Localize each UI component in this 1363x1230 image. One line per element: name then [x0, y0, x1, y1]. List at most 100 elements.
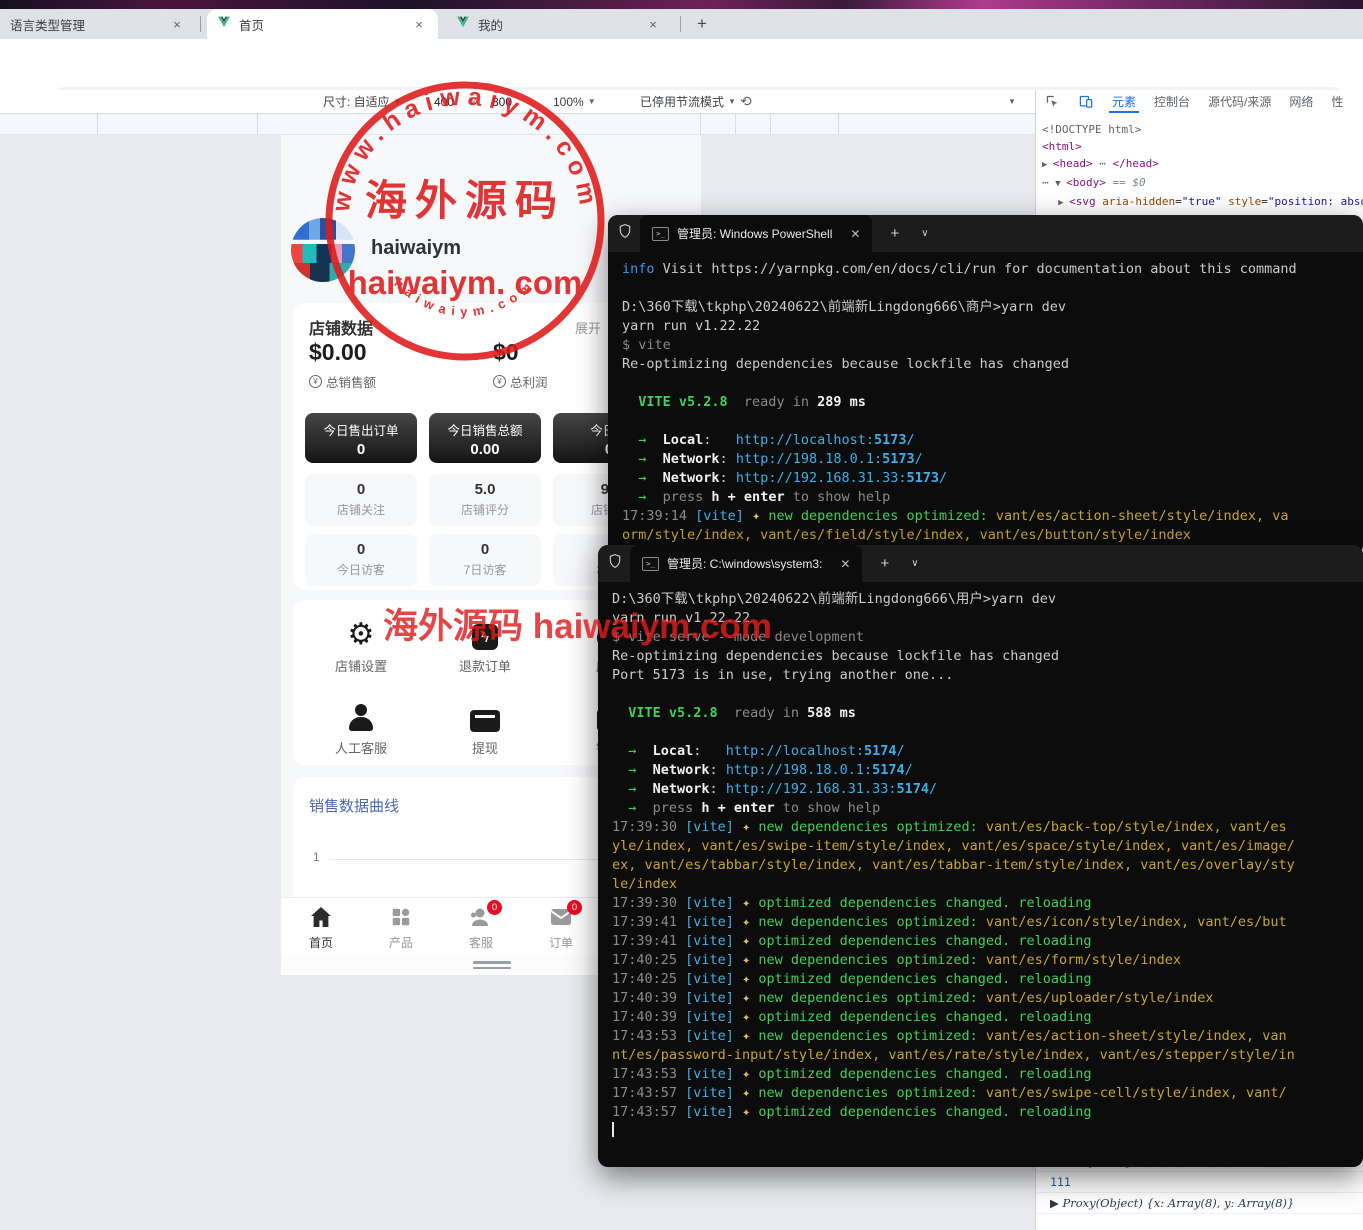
badge: 0	[487, 900, 502, 915]
terminal-line: → Local: http://localhost:5173/	[622, 431, 1363, 450]
new-terminal-tab-button[interactable]: +	[880, 555, 889, 572]
terminal-line: 17:40:39 [vite] ✦ new dependencies optim…	[612, 989, 1363, 1008]
dimension-times: ×	[470, 90, 477, 113]
new-tab-button[interactable]: +	[692, 14, 712, 34]
close-icon[interactable]: ×	[410, 15, 428, 33]
terminal-line: 17:43:53 [vite] ✦ new dependencies optim…	[612, 1027, 1363, 1046]
more-options-chevron-icon[interactable]: ▼	[1008, 90, 1016, 113]
terminal-line	[612, 723, 1363, 742]
terminal-line: yarn run v1.22.22	[622, 317, 1363, 336]
terminal-window-merchant[interactable]: >_ 管理员: Windows PowerShell ✕ + ∨ info Vi…	[608, 215, 1363, 555]
terminal-dropdown-chevron-icon[interactable]: ∨	[911, 558, 918, 569]
terminal-line: → Network: http://198.18.0.1:5173/	[622, 450, 1363, 469]
console-row[interactable]: 111	[1036, 1172, 1363, 1193]
browser-tab-language-manage[interactable]: 语言类型管理 ×	[0, 9, 196, 39]
terminal-line: 17:43:53 [vite] ✦ optimized dependencies…	[612, 1065, 1363, 1084]
terminal-line	[622, 412, 1363, 431]
terminal-line: → Network: http://198.18.0.1:5174/	[612, 761, 1363, 780]
tabbar-item-order[interactable]: 0订单	[521, 904, 601, 951]
tab-elements[interactable]: 元素	[1103, 90, 1145, 113]
device-toolbar-icon[interactable]	[1069, 90, 1103, 113]
console-row[interactable]: ▶ Proxy(Object) {x: Array(8), y: Array(8…	[1036, 1193, 1363, 1214]
terminal-line: 17:43:57 [vite] ✦ optimized dependencies…	[612, 1103, 1363, 1122]
terminal-line	[622, 374, 1363, 393]
tabbar-item-home[interactable]: 首页	[281, 904, 361, 951]
terminal-line: 17:40:25 [vite] ✦ optimized dependencies…	[612, 970, 1363, 989]
bank-card-icon	[470, 710, 500, 732]
tabbar-item-grid[interactable]: 产品	[361, 904, 441, 951]
menu-item-person[interactable]: 人工客服	[301, 698, 421, 757]
elements-tree-line: <html>	[1042, 138, 1363, 155]
terminal-window-user[interactable]: >_ 管理员: C:\windows\system3: ✕ + ∨ D:\360…	[598, 545, 1363, 1167]
terminal-dropdown-chevron-icon[interactable]: ∨	[921, 228, 928, 239]
throttling-select[interactable]: 已停用节流模式▼	[640, 90, 736, 113]
chart-y-tick: 1	[313, 850, 320, 864]
terminal-line: D:\360下载\tkphp\20240622\前端新Lingdong666\商…	[622, 298, 1363, 317]
shield-icon	[618, 223, 632, 244]
profit-coin-icon: ¥	[493, 375, 506, 388]
tab-sources[interactable]: 源代码/来源	[1199, 90, 1280, 113]
desktop-wallpaper-strip	[0, 0, 1363, 9]
tab-separator	[680, 16, 681, 32]
terminal-line: nt/es/password-input/style/index, vant/e…	[612, 1046, 1363, 1065]
close-icon[interactable]: ✕	[840, 557, 850, 571]
terminal-line: Port 5173 is in use, trying another one.…	[612, 666, 1363, 685]
terminal-line: Re-optimizing dependencies because lockf…	[612, 647, 1363, 666]
tab-network[interactable]: 网络	[1280, 90, 1322, 113]
rotate-icon[interactable]: ⟲	[740, 90, 752, 113]
terminal-output: info Visit https://yarnpkg.com/en/docs/c…	[608, 252, 1363, 545]
daily-stat-button[interactable]: 今日售出订单0	[305, 413, 417, 463]
tab-performance-partial[interactable]: 性	[1322, 90, 1352, 113]
device-ruler	[0, 114, 1036, 135]
device-size-select[interactable]: 尺寸: 自适应▼	[323, 90, 402, 113]
terminal-tab[interactable]: >_ 管理员: Windows PowerShell ✕	[640, 215, 872, 252]
terminal-line	[612, 1122, 1363, 1141]
terminal-titlebar[interactable]: >_ 管理员: C:\windows\system3: ✕ + ∨	[598, 545, 1363, 582]
cmd-icon: >_	[642, 557, 659, 571]
shop-card-title: 店铺数据	[309, 315, 373, 339]
terminal-line: 17:40:25 [vite] ✦ new dependencies optim…	[612, 951, 1363, 970]
menu-item-bolt[interactable]: ϟ退款订单	[425, 616, 545, 675]
device-height-input[interactable]: 800	[483, 90, 521, 113]
tab-console[interactable]: 控制台	[1145, 90, 1199, 113]
devtools-device-toolbar: 尺寸: 自适应▼ 400 × 800 100%▼ 已停用节流模式▼ ⟲ ▼ 元素…	[0, 90, 1363, 114]
terminal-tab[interactable]: >_ 管理员: C:\windows\system3: ✕	[630, 545, 862, 582]
daily-stat-button[interactable]: 今日销售总额0.00	[429, 413, 541, 463]
vue-logo-icon	[217, 16, 231, 32]
badge: 0	[567, 900, 582, 915]
elements-tree-line: ⋯ ▼ <body> == $0	[1042, 174, 1363, 193]
elements-tree[interactable]: <!DOCTYPE html><html>▶ <head> ⋯ </head>⋯…	[1042, 121, 1363, 212]
terminal-line: $ vite	[622, 336, 1363, 355]
terminal-line: → Local: http://localhost:5174/	[612, 742, 1363, 761]
close-icon[interactable]: ✕	[850, 227, 860, 241]
terminal-line: 17:40:39 [vite] ✦ optimized dependencies…	[612, 1008, 1363, 1027]
expand-link[interactable]: 展开	[575, 318, 601, 337]
tabbar-item-service[interactable]: 0客服	[441, 904, 521, 951]
close-icon[interactable]: ×	[168, 15, 186, 33]
terminal-line: 17:43:57 [vite] ✦ new dependencies optim…	[612, 1084, 1363, 1103]
avatar[interactable]	[291, 218, 355, 282]
browser-tab-mine[interactable]: 我的 ×	[446, 9, 672, 39]
close-icon[interactable]: ×	[644, 15, 662, 33]
terminal-line: ex, vant/es/tabbar/style/index, vant/es/…	[612, 856, 1363, 875]
powershell-icon: >_	[652, 227, 669, 241]
terminal-line: $ vite serve --mode development	[612, 628, 1363, 647]
inspect-element-icon[interactable]	[1036, 90, 1069, 113]
total-sales: $0.00 ¥总销售额	[309, 339, 479, 391]
terminal-line	[622, 279, 1363, 298]
tab-label: 首页	[239, 15, 264, 34]
terminal-titlebar[interactable]: >_ 管理员: Windows PowerShell ✕ + ∨	[608, 215, 1363, 252]
device-width-input[interactable]: 400	[425, 90, 463, 113]
terminal-line: VITE v5.2.8 ready in 588 ms	[612, 704, 1363, 723]
elements-tree-line: ▶ <head> ⋯ </head>	[1042, 155, 1363, 174]
new-terminal-tab-button[interactable]: +	[890, 225, 899, 242]
vue-logo-icon	[456, 16, 470, 32]
stat-cell: 07日访客	[429, 534, 541, 586]
browser-tab-home[interactable]: 首页 ×	[207, 9, 438, 39]
profile-username: haiwaiym	[371, 237, 461, 260]
zoom-select[interactable]: 100%▼	[553, 90, 596, 113]
menu-item-gear[interactable]: ⚙店铺设置	[301, 616, 421, 675]
lightning-icon: ϟ	[472, 624, 498, 650]
terminal-line: → press h + enter to show help	[612, 799, 1363, 818]
menu-item-card[interactable]: 提现	[425, 698, 545, 757]
